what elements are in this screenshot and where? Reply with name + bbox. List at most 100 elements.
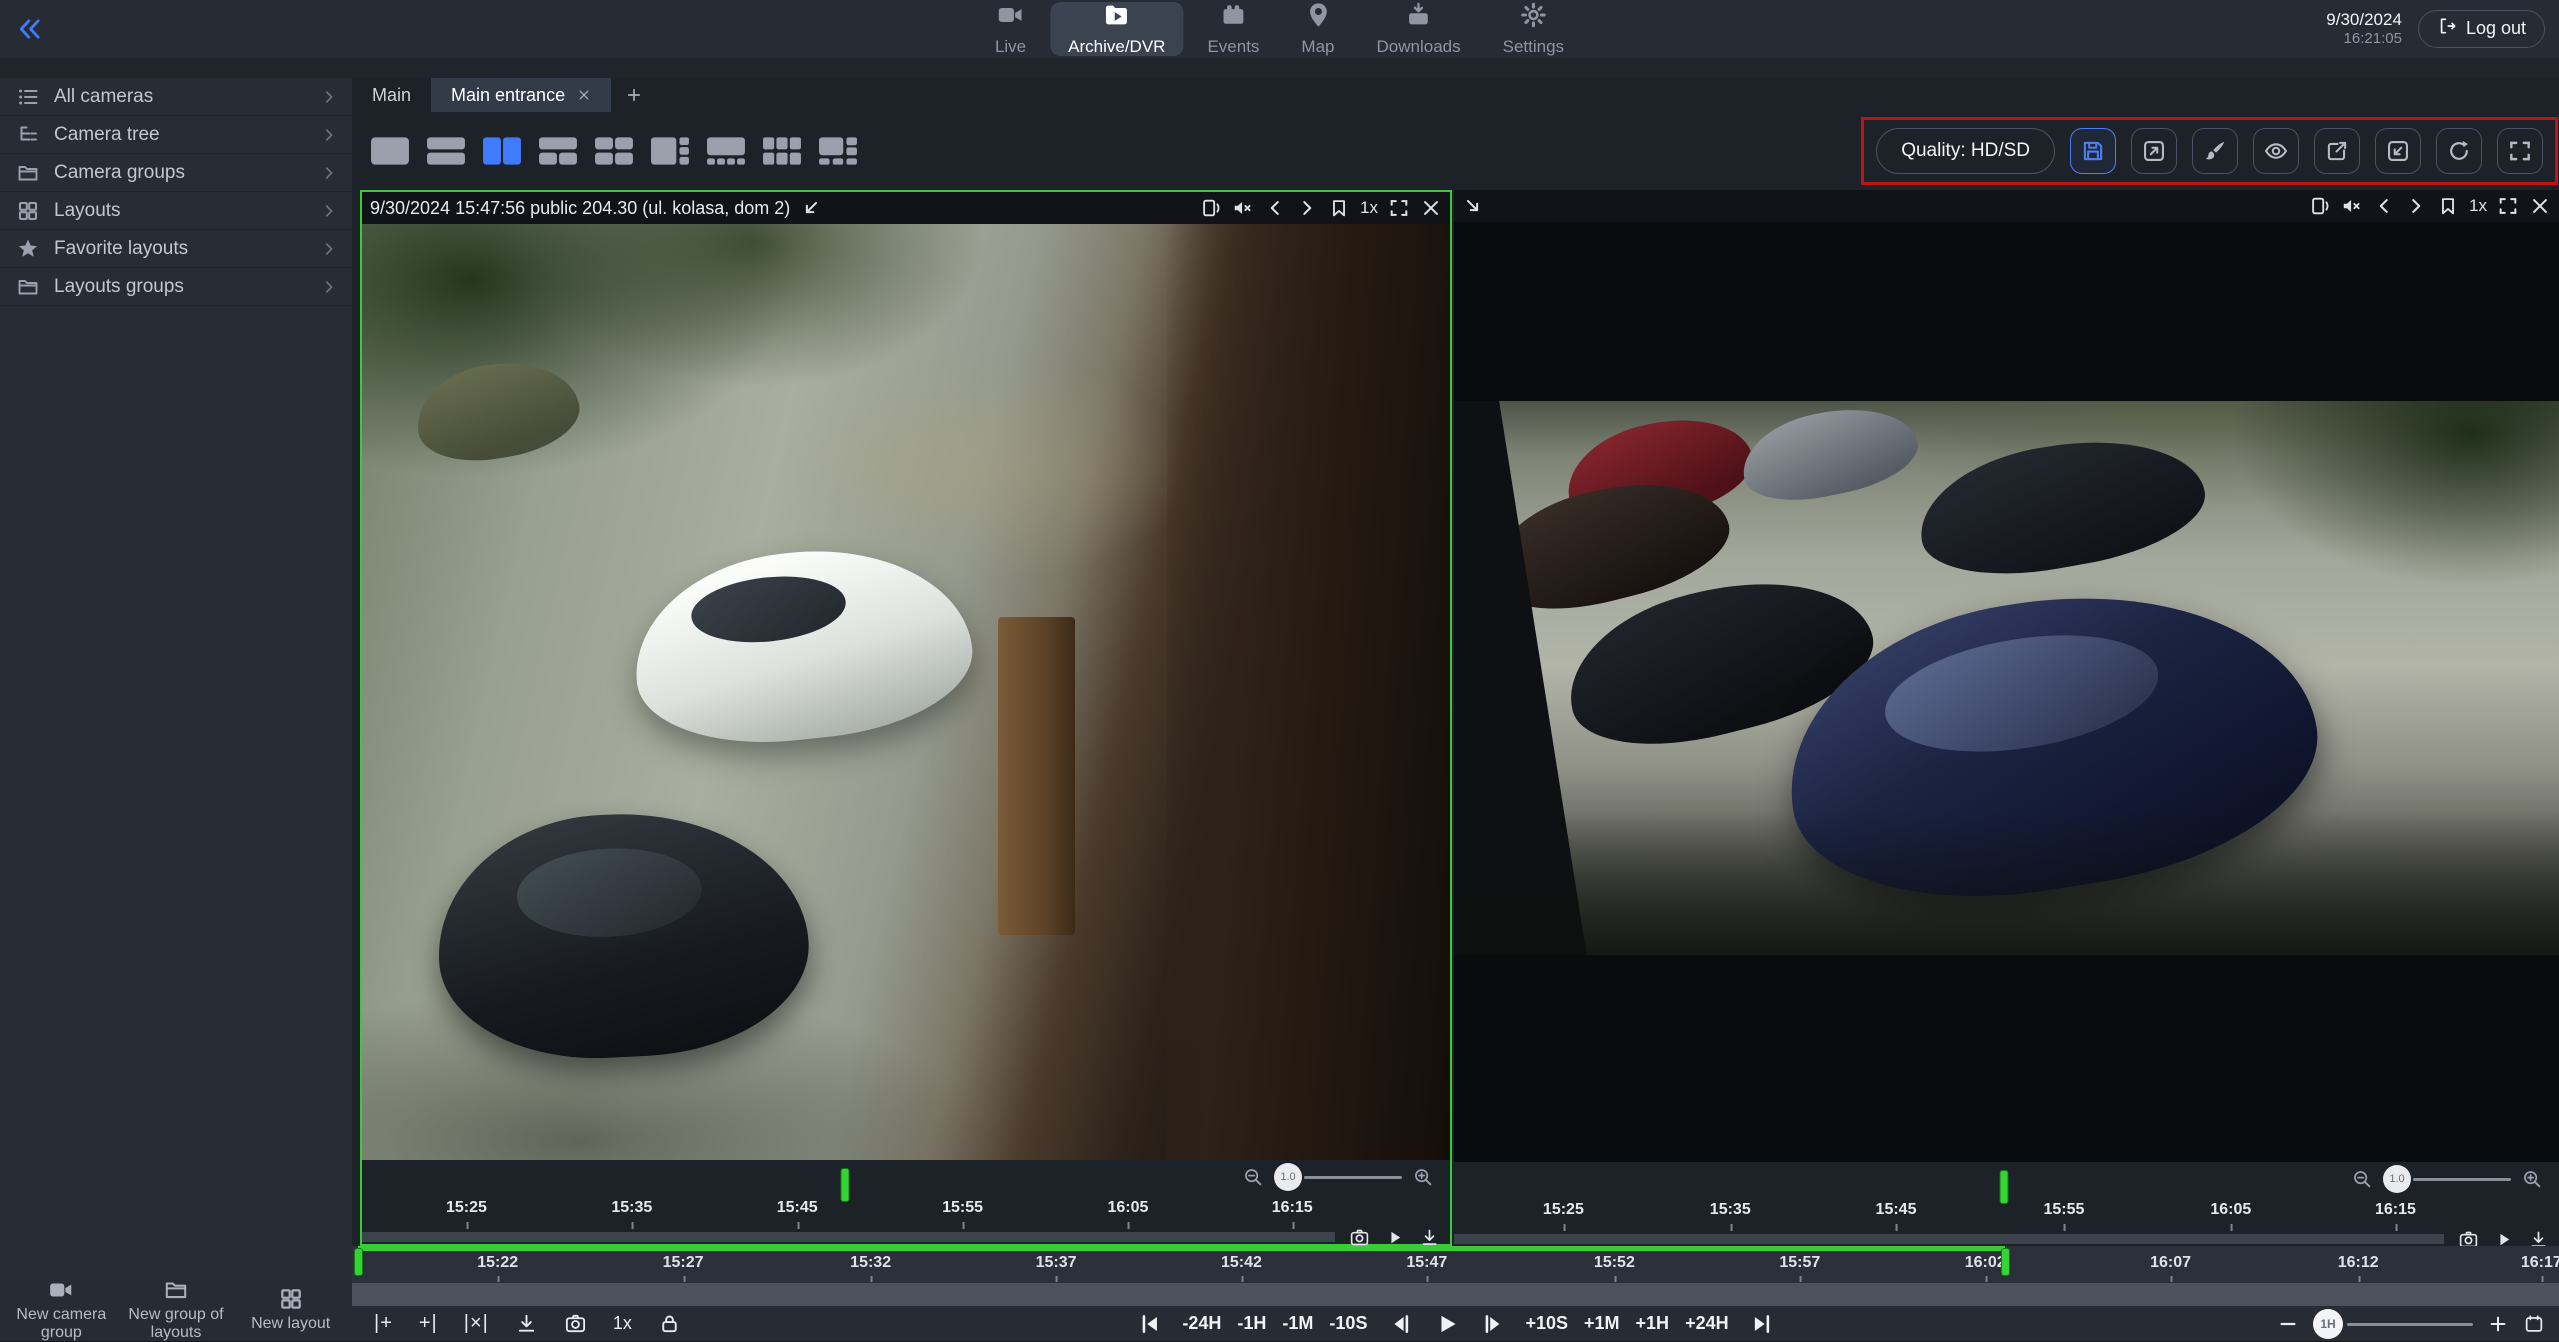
zoom-out-icon[interactable] (1242, 1166, 1264, 1188)
layout-preset-6[interactable] (648, 134, 692, 168)
seek-fwd-24h[interactable]: +24H (1685, 1313, 1729, 1334)
sidebar-item-camera-groups[interactable]: Camera groups (0, 154, 352, 192)
layout-preset-2[interactable] (424, 134, 468, 168)
tile-close-icon[interactable] (2529, 195, 2551, 217)
tile-fullscreen-icon[interactable] (1388, 197, 1410, 219)
range-start-marker[interactable] (354, 1248, 363, 1276)
sidebar-item-layouts[interactable]: Layouts (0, 192, 352, 230)
sidebar-item-camera-tree[interactable]: Camera tree (0, 116, 352, 154)
step-back-icon[interactable] (1387, 1311, 1413, 1337)
calendar-icon[interactable] (2523, 1313, 2545, 1335)
camera-1-speed[interactable]: 1x (1360, 198, 1378, 218)
brush-button[interactable] (2192, 128, 2238, 174)
bookmark-icon[interactable] (1328, 197, 1350, 219)
sidebar-item-favorite-layouts[interactable]: Favorite layouts (0, 230, 352, 268)
layout-preset-5[interactable] (592, 134, 636, 168)
zoom-in-icon[interactable] (2521, 1168, 2543, 1190)
timeline-playhead[interactable] (2001, 1248, 2010, 1276)
minus-icon[interactable] (2277, 1313, 2299, 1335)
download-icon[interactable] (515, 1312, 538, 1335)
main-timeline[interactable]: 15:22 15:27 15:32 15:37 15:42 15:47 15:5… (352, 1246, 2559, 1283)
visibility-button[interactable] (2253, 128, 2299, 174)
zoom-in-icon[interactable] (1412, 1166, 1434, 1188)
seek-back-1m[interactable]: -1M (1282, 1313, 1313, 1334)
nav-settings[interactable]: Settings (1485, 2, 1582, 56)
shrink-button[interactable] (2375, 128, 2421, 174)
logout-button[interactable]: Log out (2418, 10, 2545, 48)
arrow-sw-icon[interactable] (800, 197, 822, 219)
skip-to-start-icon[interactable] (1136, 1311, 1162, 1337)
seek-fwd-10s[interactable]: +10S (1525, 1313, 1568, 1334)
camera-1-zoom-slider[interactable]: 1.0 (1274, 1163, 1402, 1191)
mute-icon[interactable] (1232, 197, 1254, 219)
expand-button[interactable] (2131, 128, 2177, 174)
resize-handle-icon[interactable] (1462, 195, 1484, 217)
new-layout-button[interactable]: New layout (233, 1286, 348, 1333)
next-record-icon[interactable] (2405, 195, 2427, 217)
frame-object-icon[interactable] (1200, 197, 1222, 219)
frame-object-icon[interactable] (2309, 195, 2331, 217)
layout-preset-4[interactable] (536, 134, 580, 168)
nav-downloads[interactable]: Downloads (1359, 2, 1479, 56)
camera-2-zoom-slider[interactable]: 1.0 (2383, 1165, 2511, 1193)
layout-preset-3[interactable] (480, 134, 524, 168)
close-tab-icon[interactable] (577, 88, 591, 102)
layout-preset-9[interactable] (816, 134, 860, 168)
skip-to-end-icon[interactable] (1749, 1311, 1775, 1337)
zoom-out-icon[interactable] (2351, 1168, 2373, 1190)
set-range-end-button[interactable]: +| (419, 1312, 438, 1335)
quality-button[interactable]: Quality: HD/SD (1876, 128, 2055, 174)
sidebar-item-layouts-groups[interactable]: Layouts groups (0, 268, 352, 306)
collapse-sidebar-icon[interactable] (16, 15, 44, 43)
archive-coverage-bar[interactable] (1454, 1234, 2444, 1244)
bookmark-icon[interactable] (2437, 195, 2459, 217)
camera-2-video[interactable] (1454, 222, 2559, 1162)
seek-back-24h[interactable]: -24H (1182, 1313, 1221, 1334)
interval-knob[interactable]: 1H (2313, 1309, 2343, 1339)
seek-back-10s[interactable]: -10S (1329, 1313, 1367, 1334)
archive-coverage-bar[interactable] (362, 1232, 1335, 1242)
seek-fwd-1m[interactable]: +1M (1584, 1313, 1620, 1334)
next-record-icon[interactable] (1296, 197, 1318, 219)
new-camera-group-button[interactable]: New camera group (4, 1277, 119, 1342)
camera-2-playhead[interactable] (2000, 1170, 2009, 1204)
layout-preset-8[interactable] (760, 134, 804, 168)
tile-fullscreen-icon[interactable] (2497, 195, 2519, 217)
camera-1-timeline[interactable]: 15:25 15:35 15:45 15:55 16:05 16:15 (362, 1194, 1450, 1230)
set-range-start-button[interactable]: |+ (374, 1312, 393, 1335)
prev-record-icon[interactable] (1264, 197, 1286, 219)
nav-live[interactable]: Live (977, 2, 1044, 56)
timeline-scroll-band[interactable] (352, 1283, 2559, 1306)
interval-slider[interactable]: 1H (2313, 1309, 2473, 1339)
save-layout-button[interactable] (2070, 128, 2116, 174)
play-icon[interactable] (1433, 1311, 1459, 1337)
tab-main-entrance[interactable]: Main entrance (431, 78, 611, 112)
nav-map[interactable]: Map (1283, 2, 1352, 56)
prev-record-icon[interactable] (2373, 195, 2395, 217)
nav-archive-dvr[interactable]: Archive/DVR (1050, 2, 1183, 56)
new-group-of-layouts-button[interactable]: New group of layouts (119, 1277, 234, 1342)
fullscreen-button[interactable] (2497, 128, 2543, 174)
plus-icon[interactable] (2487, 1313, 2509, 1335)
nav-events[interactable]: Events (1189, 2, 1277, 56)
playback-speed[interactable]: 1x (613, 1313, 632, 1334)
refresh-button[interactable] (2436, 128, 2482, 174)
sidebar-item-all-cameras[interactable]: All cameras (0, 78, 352, 116)
zoom-knob[interactable]: 1.0 (2383, 1165, 2411, 1193)
lock-icon[interactable] (658, 1312, 681, 1335)
camera-1-video[interactable] (362, 224, 1450, 1160)
zoom-knob[interactable]: 1.0 (1274, 1163, 1302, 1191)
layout-preset-1[interactable] (368, 134, 412, 168)
mute-icon[interactable] (2341, 195, 2363, 217)
clear-range-button[interactable]: |×| (464, 1312, 489, 1335)
add-tab-button[interactable] (611, 78, 657, 112)
export-button[interactable] (2314, 128, 2360, 174)
snapshot-icon[interactable] (564, 1312, 587, 1335)
tile-close-icon[interactable] (1420, 197, 1442, 219)
step-forward-icon[interactable] (1479, 1311, 1505, 1337)
camera-2-speed[interactable]: 1x (2469, 196, 2487, 216)
tab-main[interactable]: Main (352, 78, 431, 112)
camera-1-playhead[interactable] (841, 1168, 850, 1202)
seek-fwd-1h[interactable]: +1H (1636, 1313, 1670, 1334)
seek-back-1h[interactable]: -1H (1237, 1313, 1266, 1334)
